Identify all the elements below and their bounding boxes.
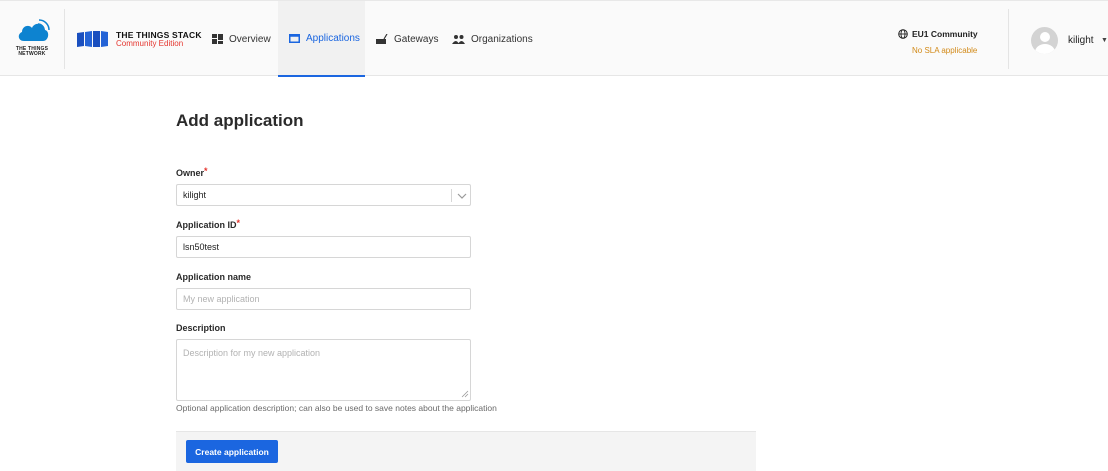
divider <box>1008 9 1009 69</box>
nav-gateways[interactable]: Gateways <box>366 1 442 77</box>
ttn-cloud-icon <box>18 19 50 41</box>
chevron-down-icon[interactable] <box>456 189 468 203</box>
application-id-label: Application ID* <box>176 218 241 230</box>
top-navigation-bar: THE THINGS NETWORK THE THINGS STACK Comm… <box>0 0 1108 77</box>
required-mark: * <box>236 218 241 228</box>
nav-organizations[interactable]: Organizations <box>443 1 539 77</box>
cluster-label: EU1 Community <box>912 29 978 39</box>
application-name-label: Application name <box>176 272 252 282</box>
create-application-button[interactable]: Create application <box>186 440 278 463</box>
description-textarea[interactable] <box>176 339 471 401</box>
resize-handle-icon[interactable] <box>461 390 469 398</box>
brand-subtitle: Community Edition <box>116 39 184 48</box>
page-title: Add application <box>176 111 304 130</box>
caret-down-icon[interactable]: ▼ <box>1101 37 1108 44</box>
nav-overview-label: Overview <box>229 33 271 45</box>
description-label: Description <box>176 323 226 333</box>
nav-applications[interactable]: Applications <box>278 1 365 77</box>
application-name-input[interactable] <box>176 288 471 310</box>
divider <box>451 189 452 202</box>
divider <box>64 9 65 69</box>
description-help-text: Optional application description; can al… <box>176 403 497 413</box>
application-id-input[interactable] <box>176 236 471 258</box>
gateway-icon <box>376 33 388 44</box>
the-things-stack-logo-icon <box>77 31 108 47</box>
avatar-icon[interactable] <box>1031 27 1058 54</box>
globe-icon <box>898 29 908 39</box>
user-name[interactable]: kilight <box>1068 35 1094 46</box>
owner-select[interactable]: kilight <box>176 184 471 206</box>
ttn-logo-text: THE THINGS NETWORK <box>15 46 49 57</box>
required-mark: * <box>204 166 208 176</box>
application-window-icon <box>289 33 300 43</box>
ttn-logo[interactable]: THE THINGS NETWORK <box>7 19 57 61</box>
cluster-selector[interactable]: EU1 Community <box>898 29 978 39</box>
sla-note: No SLA applicable <box>912 46 978 55</box>
owner-select-value: kilight <box>183 190 207 200</box>
people-icon <box>452 34 465 44</box>
dashboard-icon <box>212 34 223 44</box>
nav-overview[interactable]: Overview <box>203 1 277 77</box>
nav-applications-label: Applications <box>306 32 360 44</box>
nav-gateways-label: Gateways <box>394 33 439 45</box>
owner-label: Owner* <box>176 166 208 178</box>
nav-organizations-label: Organizations <box>471 33 533 45</box>
